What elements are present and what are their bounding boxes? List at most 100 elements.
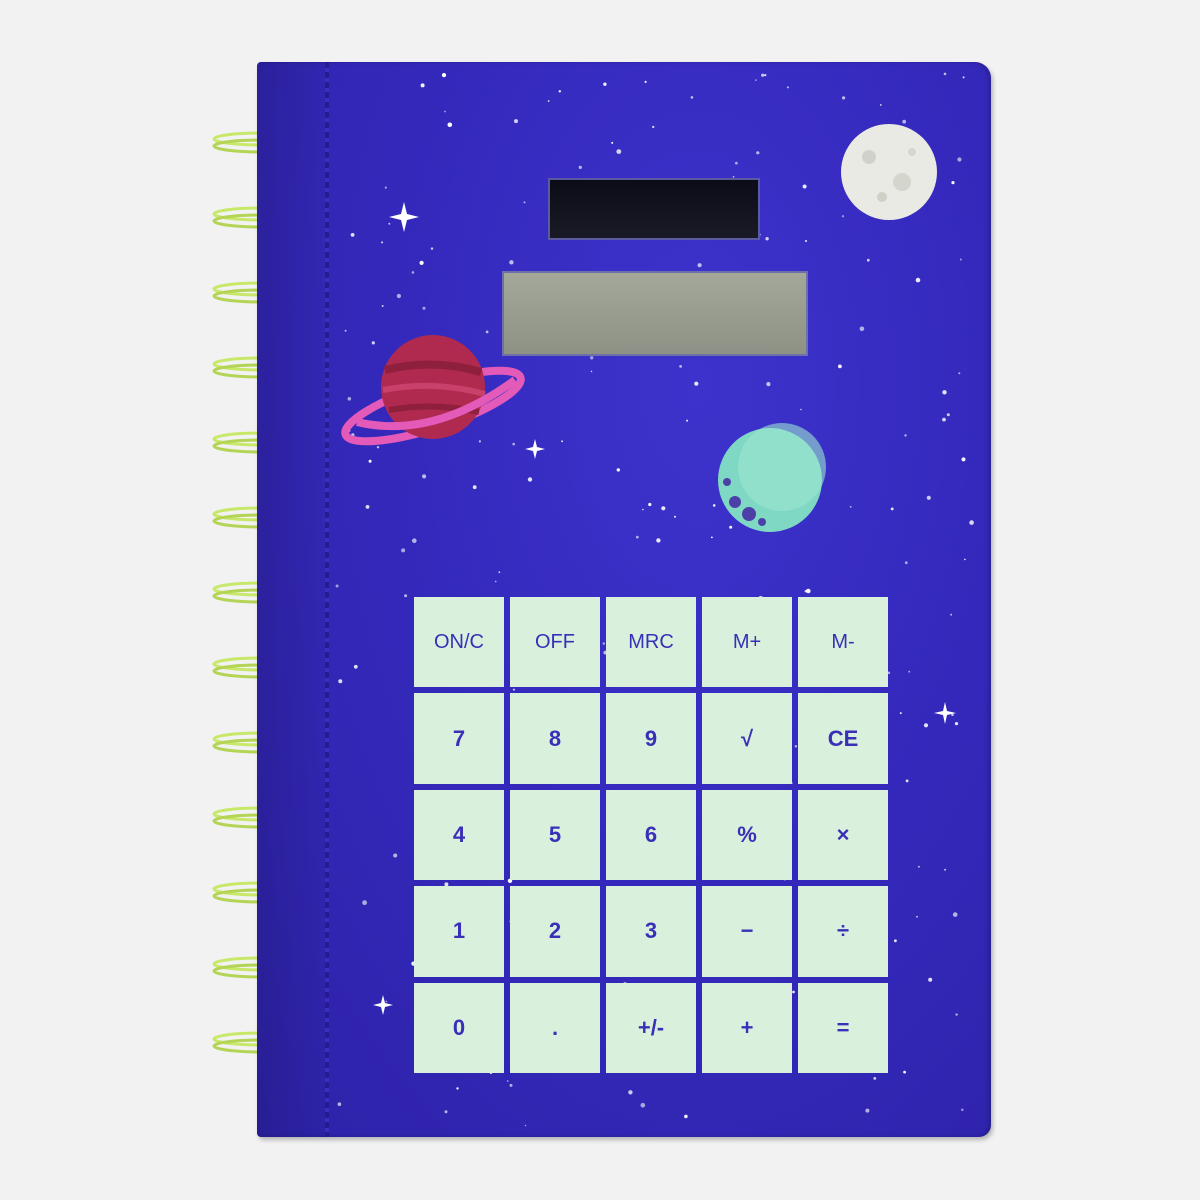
star-dot [679,365,682,368]
star-dot [628,1090,633,1095]
memory-recall-key[interactable]: MRC [606,597,696,688]
star-dot [561,440,563,443]
star-dot [362,900,367,906]
key-3[interactable]: 3 [606,886,696,977]
star-dot [644,80,647,83]
percent-key[interactable]: % [702,789,792,881]
on-clear-key[interactable]: ON/C [414,597,504,688]
subtract-key[interactable]: − [702,886,792,977]
star-dot [411,271,415,274]
star-dot [616,149,622,154]
square-root-key[interactable]: √ [702,693,792,784]
star-dot [385,1000,388,1003]
star-dot [684,1114,688,1119]
key-5[interactable]: 5 [510,789,600,881]
star-dot [894,939,897,943]
star-dot [915,277,921,283]
star-dot [800,408,802,411]
star-dot [478,440,481,443]
star-dot [590,370,593,373]
star-dot [365,505,370,509]
star-dot [527,477,533,482]
star-dot [642,508,644,511]
star-dot [420,83,425,88]
star-dot [498,571,501,574]
key-9[interactable]: 9 [606,693,696,784]
key-6[interactable]: 6 [606,789,696,881]
star-dot [756,151,760,155]
key-2[interactable]: 2 [510,886,600,977]
off-key[interactable]: OFF [510,597,600,688]
star-dot [957,157,962,162]
star-dot [419,260,424,265]
star-dot [890,507,894,511]
key-7[interactable]: 7 [414,693,504,784]
star-dot [959,258,962,261]
star-dot [393,853,398,858]
teal-planet-icon [718,423,826,532]
decimal-key[interactable]: . [510,982,600,1073]
star-dot [961,457,966,462]
star-dot [873,1077,877,1080]
star-dot [485,330,489,334]
divide-key[interactable]: ÷ [798,886,888,977]
star-dot [381,241,384,244]
moon-icon [841,124,937,220]
star-dot [908,670,911,673]
star-dot [951,181,955,185]
star-dot [805,240,807,242]
star-dot [335,584,339,588]
star-dot [697,263,702,268]
star-dot [955,1013,958,1016]
star-dot [917,865,920,868]
key-0[interactable]: 0 [414,982,504,1073]
star-dot [902,119,907,124]
key-1[interactable]: 1 [414,886,504,977]
star-dot [903,1070,906,1074]
key-8[interactable]: 8 [510,693,600,784]
star-dot [729,525,733,529]
star-dot [512,442,515,446]
star-dot [506,1080,509,1082]
sign-toggle-key[interactable]: +/- [606,982,696,1073]
add-key[interactable]: + [702,982,792,1073]
ringed-planet-icon [341,335,525,446]
clear-entry-key[interactable]: CE [798,693,888,784]
star-dot [371,341,375,345]
star-dot [866,258,870,262]
star-dot [838,364,842,369]
sparkle-icon [525,439,545,459]
multiply-key[interactable]: × [798,789,888,881]
star-dot [422,474,427,479]
star-dot [590,356,594,360]
star-dot [899,712,902,715]
star-dot [952,912,958,917]
equals-key[interactable]: = [798,982,888,1073]
star-dot [943,72,947,76]
star-dot [412,538,417,543]
star-dot [928,977,933,982]
star-dot [648,502,652,507]
star-dot [640,1102,646,1108]
star-dot [523,201,526,204]
memory-plus-key[interactable]: M+ [702,597,792,688]
star-dot [444,110,446,113]
star-dot [842,96,846,100]
star-dot [401,548,406,553]
star-dot [368,459,372,463]
star-dot [558,90,561,93]
star-dot [344,329,347,332]
star-dot [404,594,408,598]
key-4[interactable]: 4 [414,789,504,881]
star-dot [786,86,789,89]
memory-minus-key[interactable]: M- [798,597,888,688]
star-dot [765,237,769,241]
star-dot [509,260,514,265]
star-dot [944,868,947,871]
star-dot [396,293,401,299]
star-dot [690,96,694,99]
sparkle-icon [373,995,393,1015]
star-dot [766,382,771,387]
star-dot [616,468,620,472]
star-dot [946,413,950,417]
